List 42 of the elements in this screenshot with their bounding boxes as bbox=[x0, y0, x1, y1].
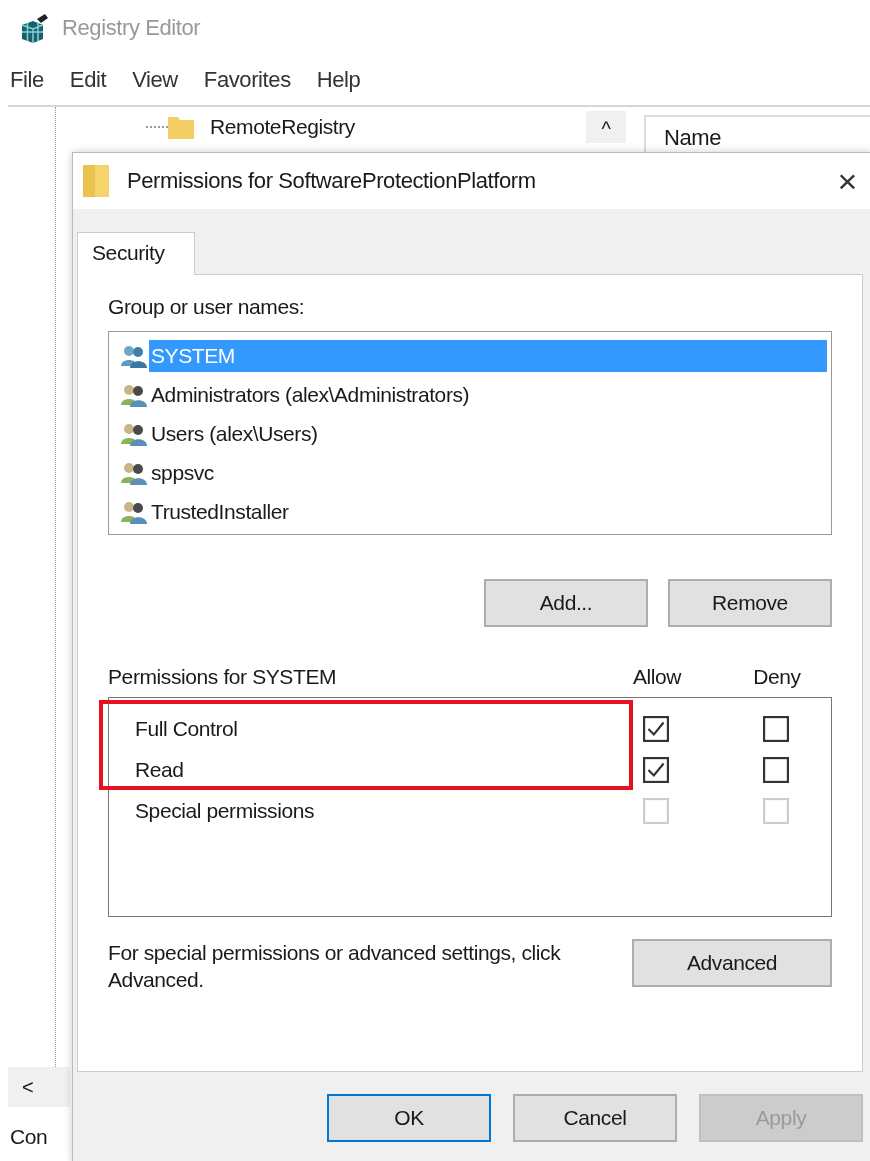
permission-name: Read bbox=[134, 757, 185, 782]
window-title: Registry Editor bbox=[62, 14, 201, 41]
tree-item[interactable]: RemoteRegistry bbox=[210, 115, 355, 139]
menu-item[interactable]: Edit bbox=[69, 67, 107, 93]
dialog-title: Permissions for SoftwareProtectionPlatform bbox=[127, 168, 537, 194]
status-bar-text: Con bbox=[10, 1125, 48, 1149]
users-icon bbox=[121, 499, 147, 524]
user-list-item[interactable]: Administrators (alex\Administrators) bbox=[149, 378, 476, 411]
permissions-label: Permissions for SYSTEM bbox=[108, 665, 338, 690]
folder-icon bbox=[83, 165, 109, 197]
scroll-up-button[interactable]: ^ bbox=[586, 111, 626, 143]
dialog-button[interactable]: Cancel bbox=[513, 1094, 677, 1142]
scroll-left-button[interactable]: < bbox=[8, 1067, 70, 1107]
column-label: Deny bbox=[752, 665, 802, 690]
checkbox[interactable] bbox=[763, 756, 789, 783]
add-button[interactable]: Add... bbox=[484, 579, 648, 627]
users-icon bbox=[121, 460, 147, 485]
user-list-item[interactable]: Users (alex\Users) bbox=[149, 417, 324, 450]
remove-button[interactable]: Remove bbox=[668, 579, 832, 627]
users-icon bbox=[121, 343, 147, 368]
users-icon bbox=[121, 382, 147, 407]
checkbox[interactable] bbox=[643, 715, 669, 742]
menu-item[interactable]: View bbox=[132, 67, 178, 93]
advanced-note: For special permissions or advanced settings, click Advanced. bbox=[108, 940, 562, 994]
tab[interactable]: Security bbox=[77, 232, 195, 275]
checkbox[interactable] bbox=[763, 715, 789, 742]
user-list-item[interactable]: sppsvc bbox=[149, 456, 220, 489]
folder-icon bbox=[168, 115, 194, 139]
user-list[interactable]: SYSTEM Administrators (alex\Administrators) Users (alex\Users) sppsvc TrustedInstaller bbox=[108, 331, 832, 535]
close-button[interactable]: × bbox=[837, 164, 857, 198]
advanced-button[interactable]: Advanced bbox=[632, 939, 832, 987]
checkbox[interactable] bbox=[643, 756, 669, 783]
dialog-button[interactable]: OK bbox=[327, 1094, 491, 1142]
group-label: Group or user names: bbox=[108, 295, 306, 319]
menu-item[interactable]: Favorites bbox=[203, 67, 291, 93]
column-label: Allow bbox=[631, 665, 683, 690]
permission-name: Full Control bbox=[134, 716, 239, 741]
user-list-item[interactable]: TrustedInstaller bbox=[149, 495, 295, 528]
menu-item[interactable]: Help bbox=[316, 67, 361, 93]
permission-name: Special permissions bbox=[134, 798, 316, 823]
menu-item[interactable]: File bbox=[10, 67, 44, 93]
users-icon bbox=[121, 421, 147, 446]
